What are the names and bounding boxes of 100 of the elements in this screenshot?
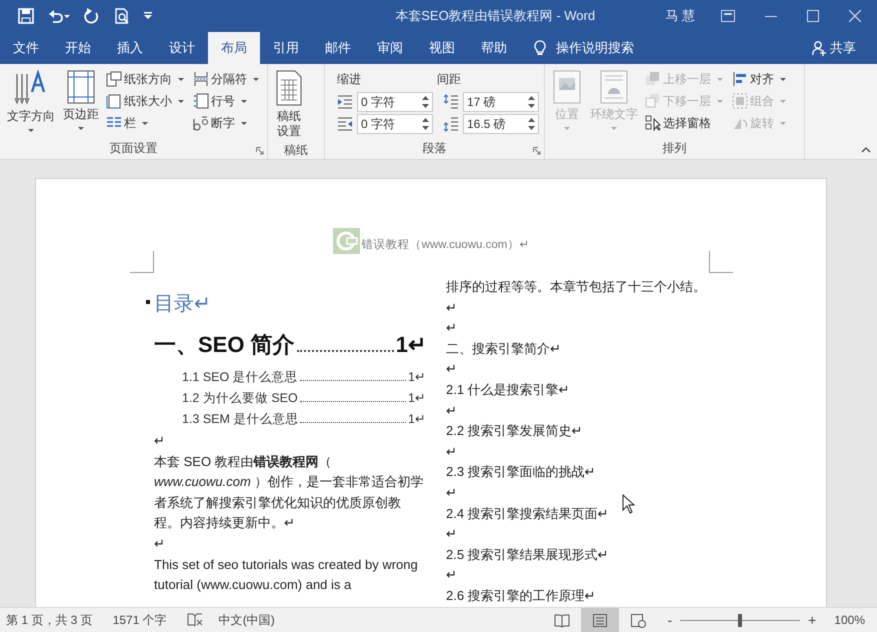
ribbon-tab[interactable]: 设计: [156, 32, 208, 64]
crop-mark: [709, 251, 733, 273]
ribbon-tab[interactable]: 开始: [52, 32, 104, 64]
hyphenation-icon: [193, 115, 209, 131]
print-layout-icon: [592, 612, 608, 628]
ribbon-tab[interactable]: 视图: [416, 32, 468, 64]
paragraph: 二、搜索引擎简介↵: [446, 340, 561, 358]
window-title: 本套SEO教程由错误教程网 - Word: [394, 7, 596, 26]
paragraph: 排序的过程等等。本章节包括了十三个小结。↵: [446, 278, 707, 317]
margins-icon: [66, 70, 96, 104]
print-preview-icon[interactable]: [114, 8, 130, 24]
spacing-after-icon: [443, 116, 459, 132]
orientation-icon: [106, 71, 122, 87]
paragraph: ↵: [154, 432, 165, 450]
paragraph: ↵: [446, 319, 457, 338]
line-numbers-icon: [193, 93, 209, 109]
crop-mark: [130, 251, 154, 273]
share-button[interactable]: 共享: [799, 32, 869, 64]
page-count[interactable]: 第 1 页，共 3 页: [6, 611, 93, 629]
toc-page-number: 1↵: [396, 331, 426, 359]
dialog-launcher-icon[interactable]: [256, 147, 264, 155]
tell-me-search[interactable]: 操作说明搜索: [556, 32, 634, 64]
ribbon-options-icon[interactable]: [721, 10, 735, 22]
grid-paper-icon: [275, 70, 303, 106]
paragraph: ↵: [446, 360, 457, 378]
ribbon-button[interactable]: 选择窗格: [643, 112, 726, 134]
indent-right-icon: [337, 116, 353, 132]
page-size-icon: [106, 93, 122, 109]
language-status[interactable]: 中文(中国): [218, 611, 275, 629]
logo-icon: [332, 228, 360, 254]
wrap-text-icon: [599, 70, 629, 104]
read-mode-icon: [554, 612, 570, 628]
bring-forward-icon: [645, 71, 661, 87]
paragraph: 2.4 搜索引擎搜索结果页面↵: [446, 504, 609, 523]
paragraph: 2.5 搜索引擎结果展现形式↵: [446, 546, 609, 564]
breaks-icon: [193, 71, 209, 87]
paragraph: ↵: [446, 484, 457, 502]
ribbon-button[interactable]: 对齐: [730, 68, 789, 90]
close-icon[interactable]: [849, 10, 861, 22]
ribbon-tab[interactable]: 文件: [0, 32, 52, 64]
maximize-icon[interactable]: [807, 10, 819, 22]
ribbon-tab[interactable]: 帮助: [468, 32, 520, 64]
group-label: 页面设置: [110, 140, 158, 157]
paragraph: ↵: [446, 402, 457, 420]
paragraph: ↵: [446, 442, 457, 461]
paragraph: 2.3 搜索引擎面临的挑战↵: [446, 463, 596, 482]
toc-entry: 1.1 SEO 是什么意思: [182, 369, 298, 386]
paragraph-marker: [146, 300, 150, 304]
ribbon-button[interactable]: 断字: [191, 112, 262, 134]
toc-entry: 一、SEO 简介: [154, 331, 295, 359]
paragraph: 2.2 搜索引擎发展简史↵: [446, 422, 583, 440]
position-icon: [552, 70, 582, 104]
ribbon-tab[interactable]: 邮件: [312, 32, 364, 64]
toc-page-number: 1↵: [408, 411, 426, 428]
word-count[interactable]: 1571 个字: [112, 611, 167, 629]
redo-icon[interactable]: [84, 8, 100, 24]
indent-left-icon: [337, 94, 353, 110]
zoom-slider-thumb[interactable]: [738, 614, 742, 626]
zoom-level[interactable]: 100%: [834, 611, 865, 629]
ribbon-tab[interactable]: 引用: [260, 32, 312, 64]
person-add-icon: [812, 40, 826, 56]
ribbon-button[interactable]: 纸张大小: [104, 90, 187, 112]
toc-title: 目录↵: [154, 292, 212, 317]
collapse-ribbon-icon[interactable]: [861, 147, 871, 153]
ribbon-button[interactable]: 分隔符: [191, 68, 262, 90]
zoom-in-button[interactable]: +: [808, 610, 816, 630]
ribbon-button[interactable]: 文字方向: [4, 68, 58, 139]
paragraph: This set of seo tutorials was created by wrong tutorial (www.cuowu.com) and is a: [154, 556, 419, 594]
zoom-out-button[interactable]: -: [667, 610, 672, 630]
customize-caret-icon[interactable]: [144, 12, 152, 20]
ribbon-button[interactable]: 页边距: [60, 68, 102, 139]
lightbulb-icon: [534, 40, 546, 56]
ribbon-tab[interactable]: 审阅: [364, 32, 416, 64]
group-label: 段落: [422, 140, 446, 157]
proofing-icon[interactable]: [186, 613, 203, 627]
align-icon: [732, 71, 748, 87]
group-label: 排列: [662, 140, 686, 157]
ribbon-button[interactable]: 稿纸设置: [272, 68, 306, 141]
paragraph: 本套 SEO 教程由错误教程网（ www.cuowu.com ）创作，是一套非常适合初学者系统了解搜索引擎优化知识的优质原创教程。内容持续更新中。↵: [154, 452, 424, 532]
toc-page-number: 1↵: [408, 369, 426, 386]
ribbon-button[interactable]: 纸张方向: [104, 68, 187, 90]
ribbon-tab[interactable]: 插入: [104, 32, 156, 64]
undo-icon[interactable]: [48, 8, 70, 24]
toc-page-number: 1↵: [408, 390, 426, 407]
mouse-pointer-icon: [622, 494, 635, 514]
send-backward-icon: [645, 93, 661, 109]
group-icon: [732, 93, 748, 109]
ribbon-button[interactable]: 栏: [104, 112, 187, 134]
indent-label: 缩进: [337, 71, 362, 88]
paragraph: 2.1 什么是搜索引擎↵: [446, 380, 570, 399]
user-name: 马 慧: [665, 7, 695, 26]
ribbon-button[interactable]: 行号: [191, 90, 262, 112]
paragraph: ↵: [446, 566, 457, 584]
save-icon[interactable]: [18, 8, 34, 24]
view-button[interactable]: [581, 608, 620, 632]
dialog-launcher-icon[interactable]: [533, 147, 541, 155]
ribbon-tab[interactable]: 布局: [208, 32, 260, 64]
web-layout-icon: [630, 612, 646, 628]
toc-entry: 1.3 SEM 是什么意思: [182, 411, 298, 428]
paragraph: ↵: [154, 534, 165, 553]
